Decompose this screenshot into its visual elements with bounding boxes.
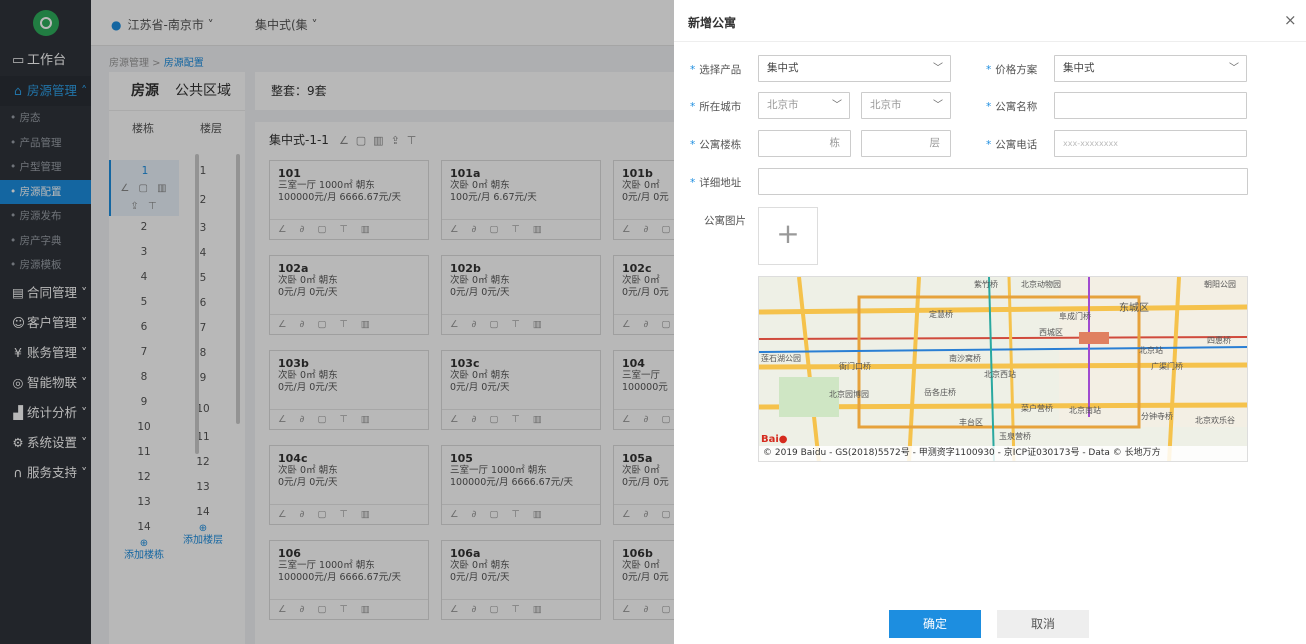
location-map[interactable]: 紫竹桥 北京动物园 东城区 西城区 北京站 广渠门桥 南沙窝桥 北京西站 北京园…	[758, 276, 1248, 462]
confirm-button[interactable]: 确定	[889, 610, 981, 638]
apartment-name-input[interactable]	[1054, 92, 1247, 119]
price-plan-select[interactable]: 集中式 ﹀	[1054, 55, 1247, 82]
address-input[interactable]	[758, 168, 1248, 195]
baidu-logo: Bai●	[761, 434, 788, 445]
modal-overlay[interactable]	[0, 0, 674, 644]
city-select[interactable]: 北京市 ﹀	[861, 92, 951, 119]
label-phone: * 公寓电话	[986, 139, 1038, 151]
dialog-title: 新增公寓	[688, 16, 737, 30]
chevron-down-icon: ﹀	[933, 100, 943, 111]
label-name: * 公寓名称	[986, 101, 1038, 113]
chevron-down-icon: ﹀	[1229, 63, 1239, 74]
add-apartment-dialog: 新增公寓 × * 选择产品 集中式 ﹀ * 价格方案 集中式 ﹀ * 所在城市 北京市 ﹀ …	[674, 0, 1306, 644]
chevron-down-icon: ﹀	[933, 63, 943, 74]
label-product: * 选择产品	[690, 64, 742, 76]
label-image: 公寓图片	[704, 215, 746, 227]
image-upload-button[interactable]: +	[758, 207, 818, 265]
close-icon[interactable]: ×	[1284, 11, 1297, 29]
label-building: * 公寓楼栋	[690, 139, 742, 151]
label-city: * 所在城市	[690, 101, 742, 113]
dialog-divider	[674, 41, 1306, 42]
chevron-down-icon: ﹀	[832, 100, 842, 111]
phone-input[interactable]: xxx-xxxxxxxx	[1054, 130, 1247, 157]
province-select[interactable]: 北京市 ﹀	[758, 92, 850, 119]
floor-count-input[interactable]: 层	[861, 130, 951, 157]
label-address: * 详细地址	[690, 177, 742, 189]
plus-icon: +	[776, 217, 800, 250]
map-credit: © 2019 Baidu - GS(2018)5572号 - 甲测资字11009…	[759, 446, 1247, 461]
building-count-input[interactable]: 栋	[758, 130, 851, 157]
product-select[interactable]: 集中式 ﹀	[758, 55, 951, 82]
label-price-plan: * 价格方案	[986, 64, 1038, 76]
cancel-button[interactable]: 取消	[997, 610, 1089, 638]
